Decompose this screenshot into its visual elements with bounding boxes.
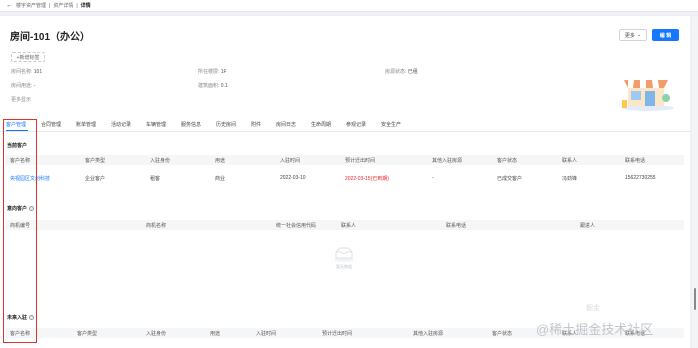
area-field: 建筑面积: 0.1 bbox=[198, 83, 228, 89]
tab-bill[interactable]: 账单管理 bbox=[76, 121, 96, 128]
breadcrumb: ← 楼宇资产管理 | 资产详情 | 详情 bbox=[0, 0, 698, 12]
table-cell: 已成交客户 bbox=[497, 176, 523, 182]
breadcrumb-separator: | bbox=[76, 2, 78, 9]
breadcrumb-current: 详情 bbox=[80, 3, 91, 9]
column-header: 客户状态 bbox=[492, 331, 513, 337]
breadcrumb-item[interactable]: 楼宇资产管理 bbox=[16, 2, 46, 9]
tab-attachment[interactable]: 附件 bbox=[251, 121, 261, 128]
status-field: 房源状态: 已租 bbox=[385, 69, 418, 75]
page-title: 房间-101（办公） bbox=[10, 32, 91, 43]
tab-lifecycle[interactable]: 生命周期 bbox=[311, 121, 331, 128]
usage-field: 房间用途: - bbox=[11, 83, 36, 89]
add-tag-button[interactable]: +新增标签 bbox=[11, 52, 45, 62]
watermark: @稀土掘金技术社区 bbox=[536, 322, 654, 337]
column-header: 入驻身份 bbox=[146, 331, 167, 337]
tab-room-log[interactable]: 房间日志 bbox=[276, 121, 296, 128]
table-cell: - bbox=[432, 175, 434, 181]
tab-visit-record[interactable]: 参观记录 bbox=[346, 121, 366, 128]
table-cell: 租客 bbox=[150, 176, 161, 182]
expired-date-cell: 2022-03-15(已到期) bbox=[345, 176, 389, 182]
column-header: 联系人 bbox=[341, 223, 357, 229]
breadcrumb-separator: | bbox=[49, 2, 51, 9]
current-table-header: 客户名称 客户类型 入驻身份 用途 入驻时间 预计迁出时间 其他入驻房源 客户状… bbox=[6, 155, 684, 165]
table-cell: 冯劲锋 bbox=[562, 176, 578, 182]
column-header: 统一社会信用代码 bbox=[276, 223, 317, 229]
column-header: 跟进人 bbox=[580, 223, 596, 229]
column-header: 入驻时间 bbox=[280, 158, 301, 164]
column-header: 客户类型 bbox=[77, 331, 98, 337]
shop-illustration bbox=[622, 80, 674, 111]
column-header: 入驻时间 bbox=[256, 331, 277, 337]
table-cell: 15622730255 bbox=[625, 175, 656, 181]
column-header: 客户类型 bbox=[85, 158, 106, 164]
breadcrumb-item[interactable]: 资产详情 bbox=[53, 2, 73, 9]
scrollbar-thumb[interactable] bbox=[694, 288, 696, 310]
back-arrow-icon[interactable]: ← bbox=[6, 2, 13, 9]
column-header: 联系电话 bbox=[446, 223, 467, 229]
edit-button[interactable]: 编 辑 bbox=[652, 29, 679, 41]
table-cell: 企业客户 bbox=[85, 176, 106, 182]
tab-activity[interactable]: 活动记录 bbox=[111, 121, 131, 128]
floor-field: 所在楼层: 1F bbox=[198, 69, 227, 75]
intent-table-header: 商机编号 商机名称 统一社会信用代码 联系人 联系电话 跟进人 bbox=[6, 220, 684, 230]
column-header: 其他入驻房源 bbox=[432, 158, 463, 164]
column-header: 其他入驻房源 bbox=[413, 331, 444, 337]
chevron-down-icon: ⌄ bbox=[636, 32, 642, 38]
page-scrollbar[interactable] bbox=[692, 16, 698, 348]
column-header: 用途 bbox=[215, 158, 226, 164]
annotation-highlight-box bbox=[3, 119, 37, 343]
tab-history-room[interactable]: 历史房间 bbox=[216, 121, 236, 128]
tab-bar: 客户管理 合同管理 账单管理 活动记录 车辆管理 服务信息 历史房间 附件 房间… bbox=[0, 118, 690, 132]
column-header: 联系电话 bbox=[625, 158, 646, 164]
tab-service[interactable]: 服务信息 bbox=[181, 121, 201, 128]
tab-safety[interactable]: 安全生产 bbox=[381, 121, 401, 128]
column-header: 商机名称 bbox=[146, 223, 167, 229]
table-cell: 2022-03-10 bbox=[280, 175, 306, 181]
more-button-label: 更多 bbox=[624, 32, 635, 39]
table-cell: 商业 bbox=[215, 176, 226, 182]
empty-box-icon bbox=[334, 247, 354, 262]
faint-watermark: 掘金 bbox=[586, 305, 600, 312]
empty-text: 暂无数据 bbox=[336, 264, 352, 269]
column-header: 入驻身份 bbox=[150, 158, 171, 164]
column-header: 用途 bbox=[210, 331, 221, 337]
empty-state: 暂无数据 bbox=[330, 246, 358, 270]
tab-vehicle[interactable]: 车辆管理 bbox=[146, 121, 166, 128]
column-header: 客户状态 bbox=[497, 158, 518, 164]
column-header: 预计迁出时间 bbox=[322, 331, 353, 337]
column-header: 联系人 bbox=[562, 158, 578, 164]
column-header: 预计迁出时间 bbox=[345, 158, 376, 164]
detail-panel bbox=[0, 16, 690, 348]
more-button[interactable]: 更多 ⌄ bbox=[619, 29, 647, 41]
expand-more-link[interactable]: 更多显示 bbox=[11, 96, 31, 103]
room-name-field: 房间名称: 101 bbox=[11, 69, 43, 75]
tab-contract[interactable]: 合同管理 bbox=[41, 121, 61, 128]
